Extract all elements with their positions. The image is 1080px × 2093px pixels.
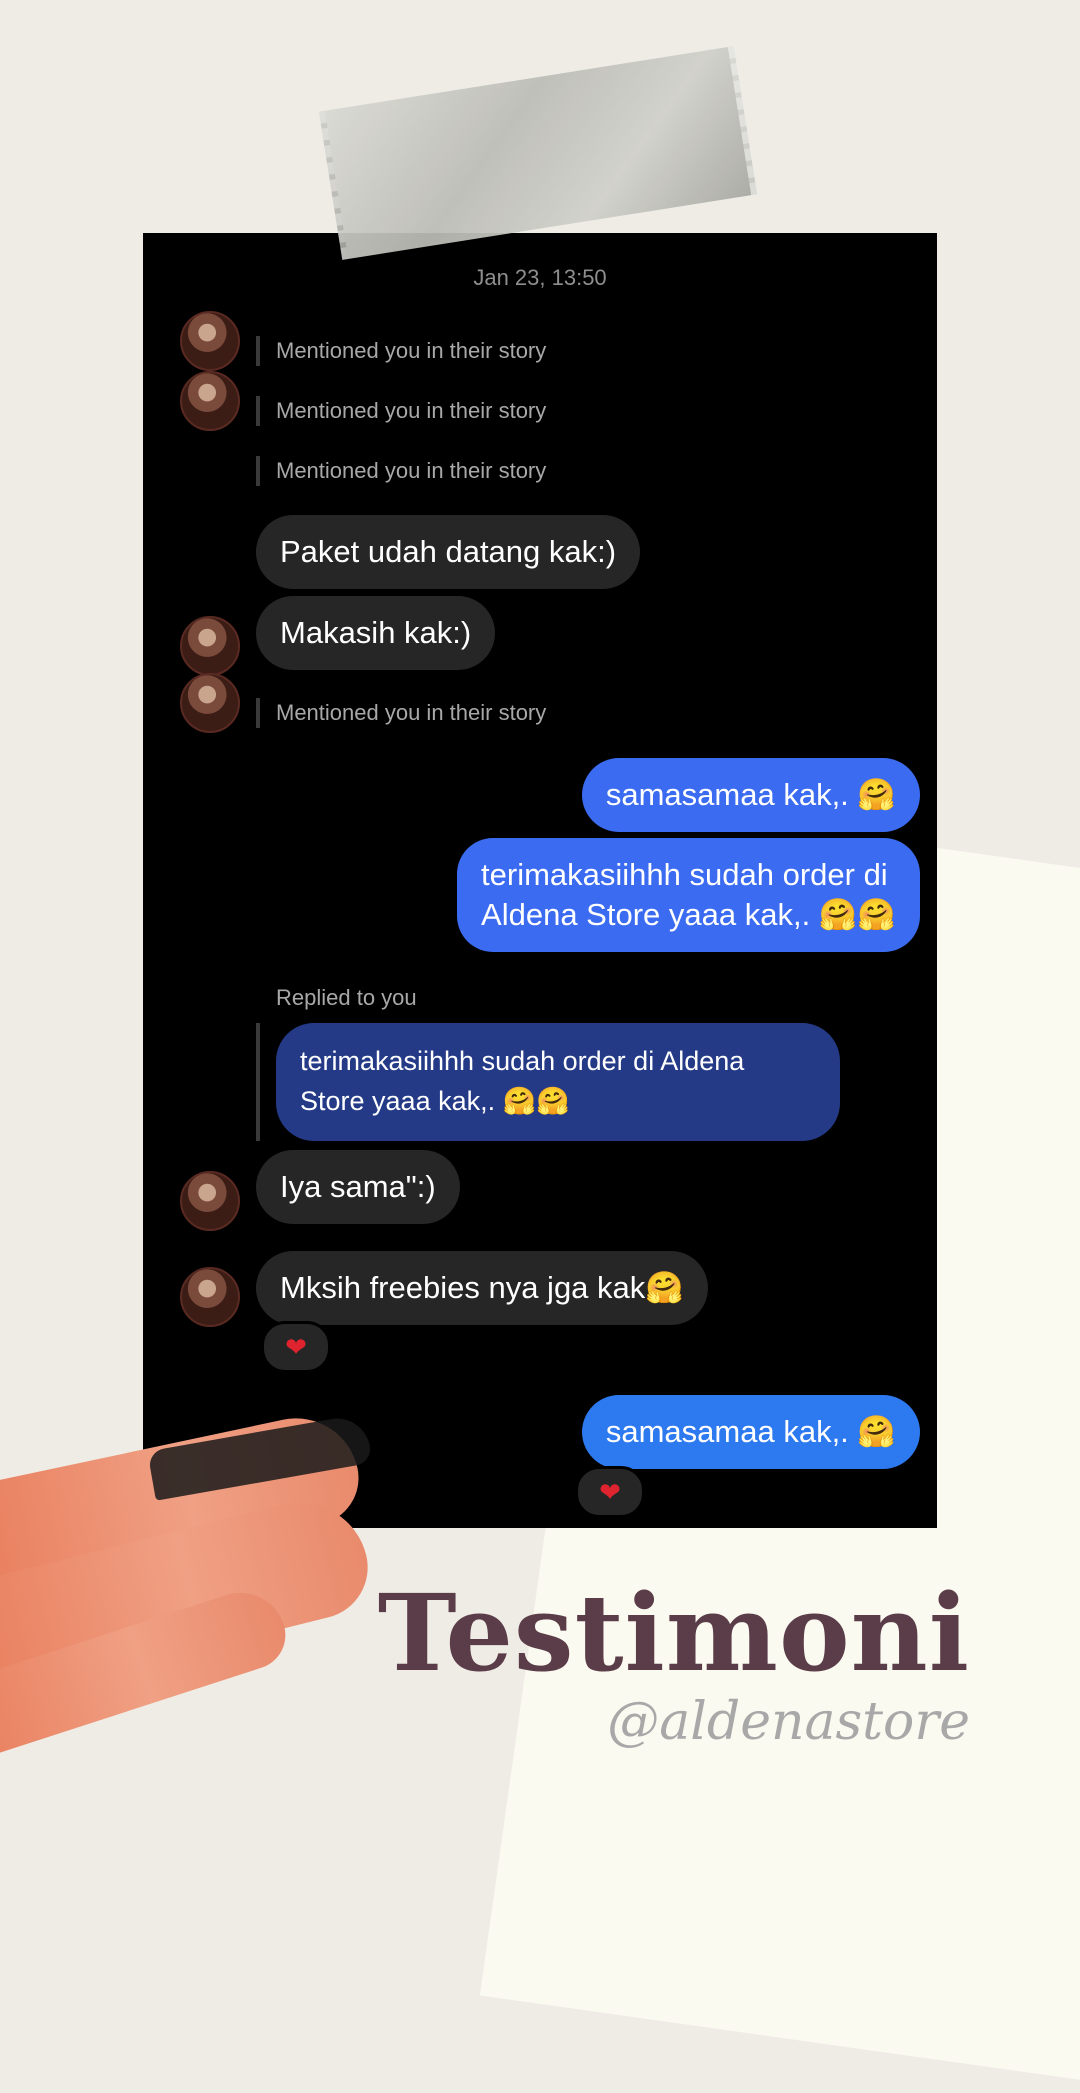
store-handle: @aldenastore	[607, 1692, 970, 1752]
quoted-message[interactable]: terimakasiihhh sudah order di Aldena Sto…	[276, 1023, 840, 1141]
incoming-message[interactable]: Makasih kak:)	[256, 596, 496, 670]
quoted-line: terimakasiihhh sudah order di Aldena	[300, 1046, 745, 1076]
message-line: terimakasiihhh sudah order di	[481, 857, 888, 892]
sender-avatar[interactable]	[180, 1171, 240, 1231]
reply-quote-bar	[256, 1023, 260, 1141]
incoming-message[interactable]: Mksih freebies nya jga kak🤗	[256, 1251, 708, 1325]
story-mention[interactable]: Mentioned you in their story	[256, 698, 546, 728]
outgoing-message[interactable]: terimakasiihhh sudah order di Aldena Sto…	[457, 838, 920, 952]
outgoing-message[interactable]: samasamaa kak,. 🤗	[581, 1395, 920, 1469]
sender-avatar[interactable]	[180, 673, 240, 733]
replied-label: Replied to you	[276, 985, 417, 1010]
sender-avatar[interactable]	[180, 616, 240, 676]
story-mention[interactable]: Mentioned you in their story	[256, 396, 546, 426]
sender-avatar[interactable]	[180, 311, 240, 371]
incoming-message[interactable]: Iya sama":)	[256, 1150, 460, 1224]
heart-reaction-icon[interactable]: ❤	[575, 1466, 645, 1518]
heart-reaction-icon[interactable]: ❤	[261, 1321, 331, 1373]
page-title: Testimoni	[377, 1570, 970, 1695]
chat-screenshot: Jan 23, 13:50 Mentioned you in their sto…	[143, 233, 937, 1528]
outgoing-message[interactable]: samasamaa kak,. 🤗	[581, 758, 920, 832]
story-mention[interactable]: Mentioned you in their story	[256, 336, 546, 366]
quoted-line: Store yaaa kak,. 🤗🤗	[300, 1086, 570, 1116]
sender-avatar[interactable]	[180, 1267, 240, 1327]
tape-decoration	[318, 46, 758, 260]
message-line: Aldena Store yaaa kak,. 🤗🤗	[481, 897, 896, 932]
sender-avatar[interactable]	[180, 371, 240, 431]
chat-timestamp: Jan 23, 13:50	[473, 265, 607, 290]
story-mention[interactable]: Mentioned you in their story	[256, 456, 546, 486]
incoming-message[interactable]: Paket udah datang kak:)	[256, 515, 641, 589]
